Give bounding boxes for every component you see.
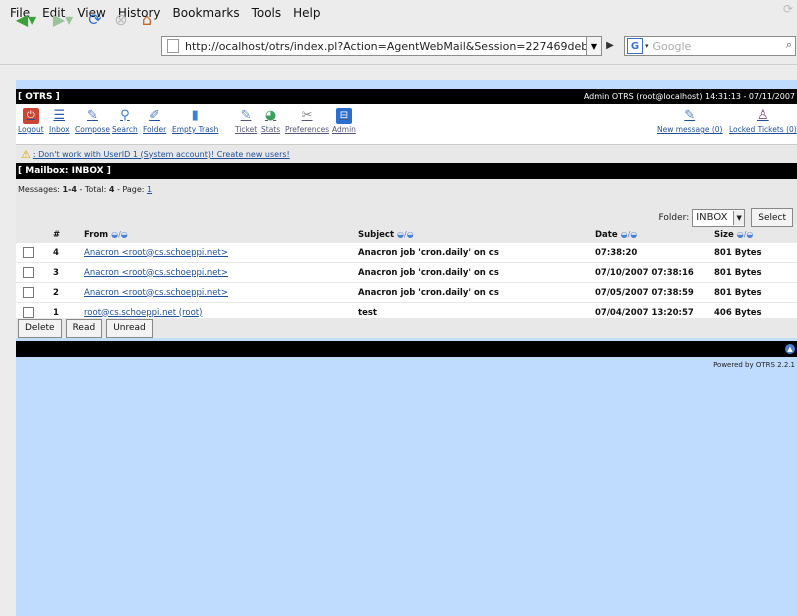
warning-icon: ⚠ [21, 147, 31, 161]
home-icon: ⌂ [141, 9, 153, 29]
menu-help[interactable]: Help [293, 6, 320, 20]
web-page: [ OTRS ] Admin OTRS (root@localhost) 14:… [16, 80, 797, 616]
trash-icon: ▮ [191, 108, 199, 123]
message-table: # From ◒/◒ Subject ◒/◒ Date ◒/◒ Size ◒/◒… [16, 227, 797, 323]
engine-dropdown-icon[interactable]: ▾ [645, 42, 649, 50]
table-header-row: # From ◒/◒ Subject ◒/◒ Date ◒/◒ Size ◒/◒ [16, 227, 797, 243]
table-row[interactable]: 3 Anacron <root@cs.schoeppi.net> Anacron… [16, 262, 797, 283]
search-placeholder: Google [652, 39, 692, 53]
table-row[interactable]: 4 Anacron <root@cs.schoeppi.net> Anacron… [16, 243, 797, 263]
stop-button[interactable]: ⊗ [110, 9, 132, 29]
url-bar[interactable]: http://ocalhost/otrs/index.pl?Action=Age… [161, 36, 593, 56]
row-checkbox[interactable] [23, 267, 34, 278]
back-button[interactable]: ◀▾ [8, 9, 44, 29]
col-size: Size ◒/◒ [713, 227, 797, 243]
toolbar-stats[interactable]: ◕ Stats [261, 108, 280, 134]
messages-info: Messages: 1-4 - Total: 4 - Page: 1 [18, 185, 153, 194]
toolbar-search[interactable]: ⚲ Search [112, 108, 138, 134]
folder-select[interactable]: INBOX ▼ [692, 208, 746, 227]
toolbar-folder[interactable]: ✐ Folder [143, 108, 166, 134]
row-checkbox[interactable] [23, 307, 34, 318]
forward-button[interactable]: ▶▾ [48, 9, 78, 29]
toolbar-compose[interactable]: ✎ Compose [75, 108, 110, 134]
search-icon[interactable]: ⌕ [786, 38, 792, 52]
mailbox-title: [ Mailbox: INBOX ] [18, 166, 111, 176]
search-bar[interactable]: G ▾ Google ⌕ [624, 36, 796, 56]
throbber-icon: ⟳ [783, 2, 794, 16]
read-button[interactable]: Read [65, 318, 103, 338]
col-num: # [38, 227, 83, 243]
from-link[interactable]: Anacron <root@cs.schoeppi.net> [84, 248, 228, 258]
search-icon: ⚲ [120, 108, 130, 123]
stop-icon: ⊗ [114, 9, 128, 29]
toolbar-admin[interactable]: ⊟ Admin [332, 108, 356, 134]
folder-row: Folder: INBOX ▼ Select [659, 208, 793, 227]
table-row[interactable]: 2 Anacron <root@cs.schoeppi.net> Anacron… [16, 282, 797, 303]
delete-button[interactable]: Delete [18, 318, 62, 338]
col-date: Date ◒/◒ [594, 227, 713, 243]
chevron-down-icon: ▼ [590, 41, 598, 51]
new-message-link[interactable]: ✎ New message (0) [657, 108, 722, 134]
user-info: Admin OTRS (root@localhost) 14:31:13 - 0… [583, 92, 795, 101]
forward-arrow-icon: ▶▾ [52, 9, 74, 29]
powered-by: Powered by OTRS 2.2.1 [713, 361, 795, 369]
go-button[interactable]: ▶ [603, 36, 617, 54]
folder-icon: ✐ [149, 108, 161, 123]
person-icon: ♙ [757, 108, 769, 123]
ticket-icon: ✎ [240, 108, 252, 123]
reload-icon: ⟳ [88, 9, 102, 29]
agent-toolbar: ⏻ Logout ☰ Inbox ✎ Compose ⚲ Search ✐ Folder … [16, 104, 797, 144]
menu-bookmarks[interactable]: Bookmarks [173, 6, 240, 20]
otrs-title: [ OTRS ] [18, 91, 60, 102]
toolbar-inbox[interactable]: ☰ Inbox [49, 108, 70, 134]
toolbar-preferences[interactable]: ✂ Preferences [285, 108, 329, 134]
sort-icon[interactable]: ◒/◒ [621, 230, 638, 239]
from-link[interactable]: root@cs.schoeppi.net (root) [84, 308, 202, 318]
url-dropdown-button[interactable]: ▼ [586, 36, 602, 56]
url-text: http://ocalhost/otrs/index.pl?Action=Age… [185, 39, 593, 53]
sort-icon[interactable]: ◒/◒ [111, 230, 128, 239]
select-button[interactable]: Select [751, 208, 793, 227]
warning-link[interactable]: : Don't work with UserID 1 (System accou… [33, 150, 290, 159]
row-checkbox[interactable] [23, 247, 34, 258]
footer-bar: ▲ [16, 341, 797, 357]
from-link[interactable]: Anacron <root@cs.schoeppi.net> [84, 288, 228, 298]
warning-row: ⚠ : Don't work with UserID 1 (System acc… [16, 144, 797, 164]
folder-label: Folder: [658, 212, 690, 223]
col-from: From ◒/◒ [83, 227, 357, 243]
logout-icon: ⏻ [22, 108, 39, 124]
page-link[interactable]: 1 [147, 185, 152, 194]
message-actions: Delete Read Unread [16, 318, 797, 338]
go-arrow-icon: ▶ [606, 39, 614, 51]
from-link[interactable]: Anacron <root@cs.schoeppi.net> [84, 268, 228, 278]
mailbox-header: [ Mailbox: INBOX ] [16, 163, 797, 179]
menu-tools[interactable]: Tools [252, 6, 282, 20]
toolbar-logout[interactable]: ⏻ Logout [18, 108, 44, 134]
new-message-icon: ✎ [684, 108, 696, 123]
google-engine-icon[interactable]: G [627, 38, 643, 54]
chevron-down-icon: ▼ [733, 210, 745, 225]
page-icon [167, 39, 179, 53]
home-button[interactable]: ⌂ [136, 9, 158, 29]
sort-icon[interactable]: ◒/◒ [737, 230, 754, 239]
toolbar-empty-trash[interactable]: ▮ Empty Trash [172, 108, 218, 134]
locked-tickets-link[interactable]: ♙ Locked Tickets (0) [729, 108, 797, 134]
inbox-icon: ☰ [53, 108, 66, 123]
otrs-header-bar: [ OTRS ] Admin OTRS (root@localhost) 14:… [16, 89, 797, 104]
compose-icon: ✎ [87, 108, 98, 123]
stats-icon: ◕ [264, 108, 277, 123]
col-subject: Subject ◒/◒ [357, 227, 594, 243]
toolbar-ticket[interactable]: ✎ Ticket [235, 108, 257, 134]
back-to-top-icon[interactable]: ▲ [785, 344, 795, 354]
reload-button[interactable]: ⟳ [84, 9, 106, 29]
row-checkbox[interactable] [23, 287, 34, 298]
admin-icon: ⊟ [335, 108, 352, 124]
preferences-icon: ✂ [301, 108, 313, 123]
sort-icon[interactable]: ◒/◒ [397, 230, 414, 239]
bookmarks-strip [0, 64, 797, 79]
back-arrow-icon: ◀▾ [15, 9, 37, 29]
unread-button[interactable]: Unread [106, 318, 153, 338]
